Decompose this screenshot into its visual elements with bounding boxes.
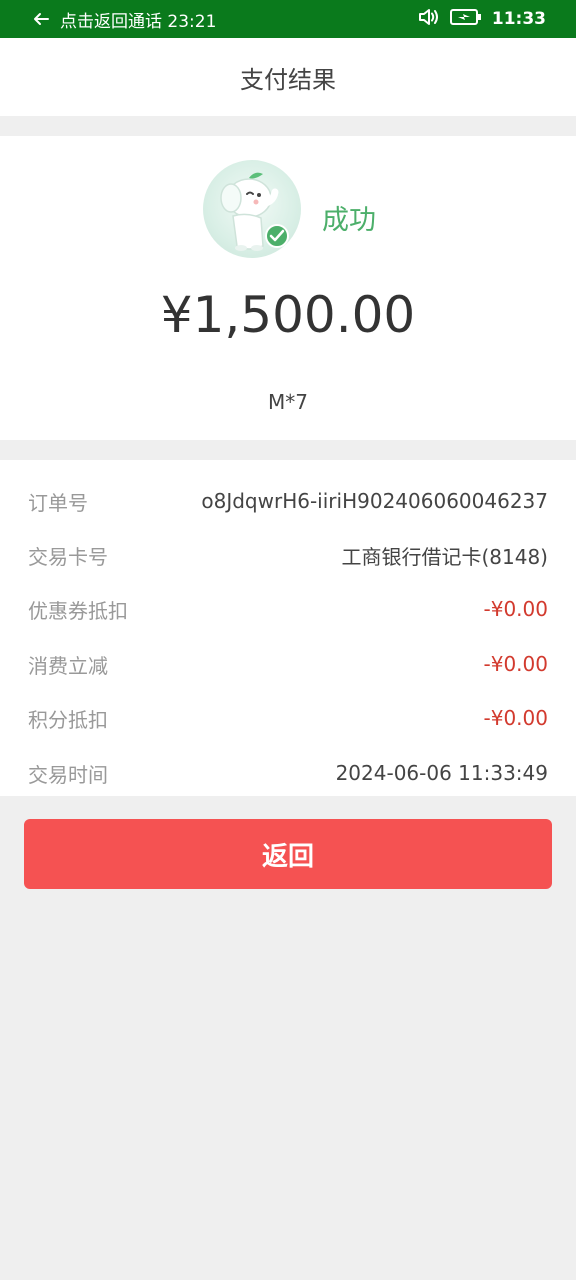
call-text: 点击返回通话 23:21 <box>60 11 217 32</box>
arrow-left-icon <box>32 10 50 28</box>
elephant-mascot-icon <box>203 160 301 258</box>
payment-status-text: 成功 <box>322 205 376 236</box>
detail-row-instant-discount: 消费立减 -¥0.00 <box>28 649 548 679</box>
transaction-time-value: 2024-06-06 11:33:49 <box>335 761 548 785</box>
return-button[interactable]: 返回 <box>24 819 552 889</box>
detail-row-points: 积分抵扣 -¥0.00 <box>28 703 548 733</box>
detail-label: 优惠券抵扣 <box>28 598 128 623</box>
points-discount-value: -¥0.00 <box>483 706 548 730</box>
detail-label: 订单号 <box>28 490 88 515</box>
card-value: 工商银行借记卡(8148) <box>341 544 548 569</box>
coupon-discount-value: -¥0.00 <box>483 597 548 621</box>
page-title: 支付结果 <box>240 65 336 94</box>
detail-row-card: 交易卡号 工商银行借记卡(8148) <box>28 540 548 570</box>
clock-time: 11:33 <box>491 9 546 29</box>
payment-amount: ¥1,500.00 <box>160 286 416 344</box>
detail-row-coupon: 优惠券抵扣 -¥0.00 <box>28 594 548 624</box>
status-bar: 点击返回通话 23:21 11:33 <box>0 0 576 38</box>
transaction-details: 订单号 o8JdqwrH6-iiriH902406060046237 交易卡号 … <box>0 460 576 796</box>
detail-label: 消费立减 <box>28 653 108 678</box>
speaker-icon <box>418 7 440 32</box>
status-icons: 11:33 <box>418 7 546 32</box>
detail-label: 积分抵扣 <box>28 707 108 732</box>
merchant-name: M*7 <box>268 390 308 414</box>
detail-label: 交易卡号 <box>28 544 108 569</box>
payment-result-card: 成功 ¥1,500.00 M*7 <box>0 136 576 440</box>
ongoing-call-indicator[interactable]: 点击返回通话 23:21 <box>32 7 216 32</box>
order-number-value: o8JdqwrH6-iiriH902406060046237 <box>201 489 548 513</box>
instant-discount-value: -¥0.00 <box>483 652 548 676</box>
page-header: 支付结果 <box>0 38 576 116</box>
battery-charging-icon <box>449 8 482 31</box>
detail-label: 交易时间 <box>28 762 108 787</box>
detail-row-time: 交易时间 2024-06-06 11:33:49 <box>28 758 548 788</box>
detail-row-order-number: 订单号 o8JdqwrH6-iiriH902406060046237 <box>28 486 548 516</box>
